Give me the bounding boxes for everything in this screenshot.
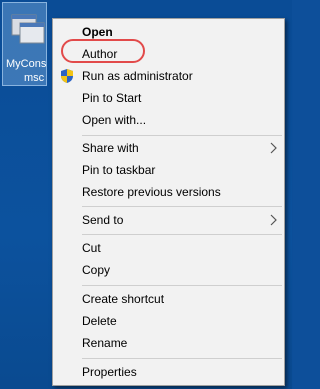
- menu-item-pin-to-taskbar[interactable]: Pin to taskbar: [53, 159, 284, 181]
- menu-separator: [82, 285, 282, 286]
- menu-item-label: Copy: [82, 263, 111, 277]
- msc-file-icon: [11, 14, 45, 44]
- menu-item-rename[interactable]: Rename: [53, 332, 284, 354]
- menu-item-label: Run as administrator: [82, 69, 193, 83]
- menu-separator: [82, 358, 282, 359]
- menu-item-run-as-administrator[interactable]: Run as administrator: [53, 65, 284, 87]
- menu-item-label: Create shortcut: [82, 292, 165, 306]
- menu-item-restore-previous-versions[interactable]: Restore previous versions: [53, 181, 284, 203]
- uac-shield-icon: [61, 69, 73, 83]
- menu-item-label: Cut: [82, 241, 101, 255]
- menu-item-label: Pin to taskbar: [82, 163, 156, 177]
- context-menu: Open Author Run as administrator Pin to …: [52, 18, 285, 386]
- menu-item-label: Pin to Start: [82, 91, 142, 105]
- desktop-icon-mycons-msc[interactable]: MyCons msc: [2, 2, 47, 86]
- menu-item-create-shortcut[interactable]: Create shortcut: [53, 288, 284, 310]
- menu-separator: [82, 135, 282, 136]
- menu-item-label: Share with: [82, 141, 139, 155]
- menu-item-cut[interactable]: Cut: [53, 237, 284, 259]
- chevron-right-icon: [270, 214, 277, 226]
- menu-separator: [82, 234, 282, 235]
- menu-item-open-with[interactable]: Open with...: [53, 109, 284, 131]
- menu-item-share-with[interactable]: Share with: [53, 137, 284, 159]
- menu-item-label: Send to: [82, 213, 124, 227]
- menu-item-label: Restore previous versions: [82, 185, 221, 199]
- menu-item-send-to[interactable]: Send to: [53, 209, 284, 231]
- menu-item-label: Open with...: [82, 113, 147, 127]
- menu-item-properties[interactable]: Properties: [53, 361, 284, 383]
- menu-item-label: Rename: [82, 336, 128, 350]
- menu-item-label: Properties: [82, 365, 137, 379]
- menu-separator: [82, 206, 282, 207]
- menu-item-label: Delete: [82, 314, 117, 328]
- menu-item-pin-to-start[interactable]: Pin to Start: [53, 87, 284, 109]
- author-highlight-annotation: [61, 39, 145, 63]
- menu-item-delete[interactable]: Delete: [53, 310, 284, 332]
- menu-item-copy[interactable]: Copy: [53, 259, 284, 281]
- chevron-right-icon: [270, 142, 277, 154]
